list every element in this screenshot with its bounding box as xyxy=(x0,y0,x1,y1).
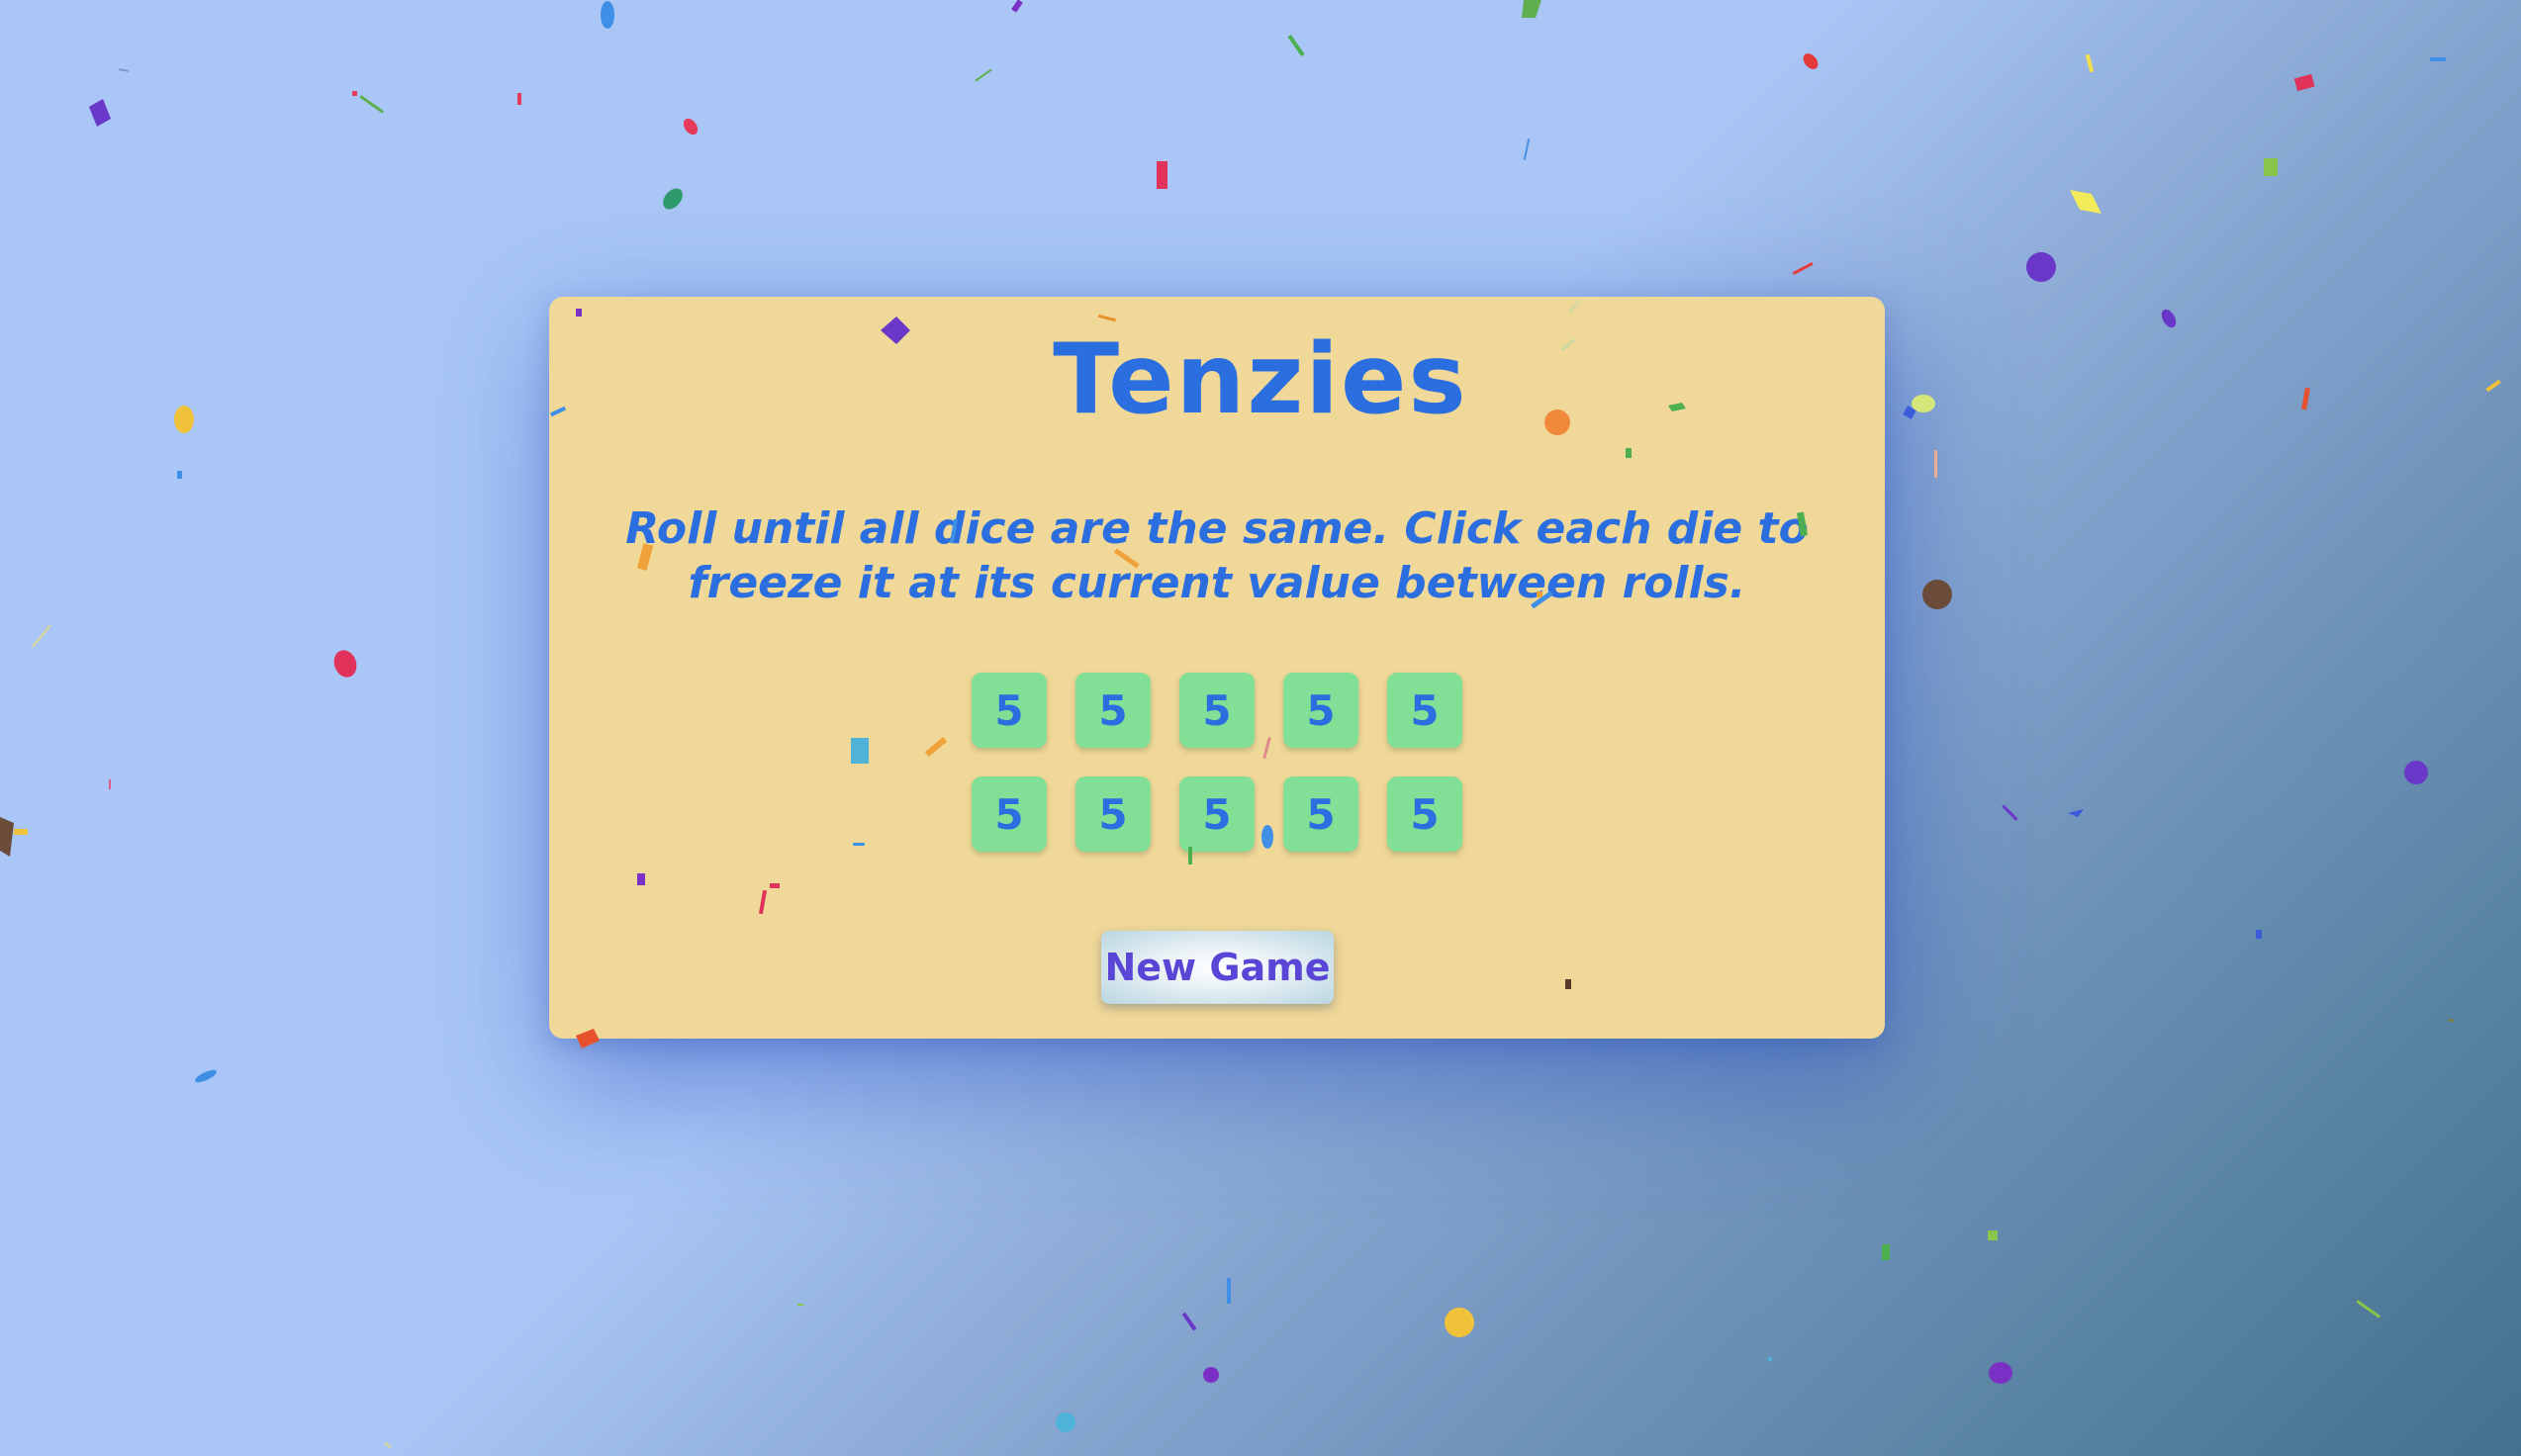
die-4[interactable]: 5 xyxy=(1283,673,1358,748)
die-3[interactable]: 5 xyxy=(1179,673,1255,748)
die-2[interactable]: 5 xyxy=(1075,673,1151,748)
die-6[interactable]: 5 xyxy=(972,776,1047,852)
die-1[interactable]: 5 xyxy=(972,673,1047,748)
new-game-button[interactable]: New Game xyxy=(1101,931,1334,1004)
die-9[interactable]: 5 xyxy=(1283,776,1358,852)
die-5[interactable]: 5 xyxy=(1387,673,1462,748)
instructions-text: Roll until all dice are the same. Click … xyxy=(625,503,1809,608)
die-10[interactable]: 5 xyxy=(1387,776,1462,852)
die-8[interactable]: 5 xyxy=(1179,776,1255,852)
dice-grid: 5 5 5 5 5 5 5 5 5 5 xyxy=(972,673,1462,852)
page-title: Tenzies xyxy=(1053,323,1468,436)
die-7[interactable]: 5 xyxy=(1075,776,1151,852)
